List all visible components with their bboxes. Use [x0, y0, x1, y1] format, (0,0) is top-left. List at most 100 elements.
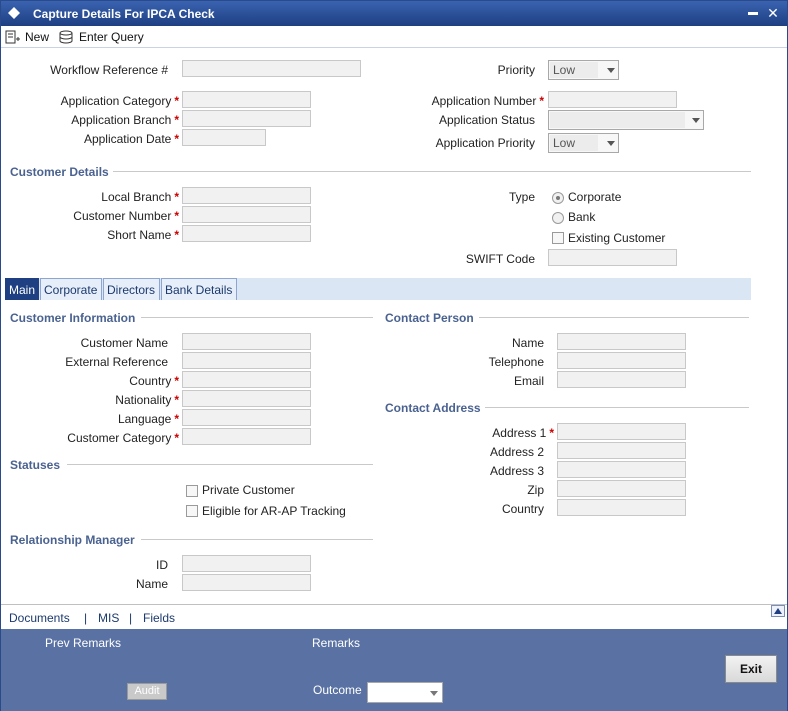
address2-input[interactable] — [557, 442, 686, 459]
tab-main[interactable]: Main — [5, 278, 39, 300]
telephone-input[interactable] — [557, 352, 686, 369]
customer-number-label: Customer Number * — [73, 209, 179, 223]
statuses-title: Statuses — [10, 458, 61, 472]
application-priority-select[interactable]: Low — [548, 133, 619, 153]
country-input[interactable] — [182, 371, 311, 388]
existing-customer-checkbox[interactable] — [552, 232, 564, 244]
query-icon — [59, 30, 73, 44]
section-divider — [141, 317, 373, 318]
prev-remarks-label: Prev Remarks — [45, 636, 122, 650]
local-branch-input[interactable] — [182, 187, 311, 204]
application-branch-label: Application Branch * — [71, 113, 179, 127]
application-priority-label: Application Priority — [435, 136, 535, 150]
application-date-input[interactable] — [182, 129, 266, 146]
fields-link[interactable]: Fields — [143, 611, 175, 625]
address-country-input[interactable] — [557, 499, 686, 516]
tab-bar: Main Corporate Directors Bank Details — [5, 278, 751, 300]
minimize-button[interactable]: ▬ — [745, 4, 761, 22]
audit-button[interactable]: Audit — [127, 683, 167, 700]
chevron-down-icon — [430, 691, 438, 696]
documents-link[interactable]: Documents — [9, 611, 70, 625]
rm-id-input[interactable] — [182, 555, 311, 572]
chevron-down-icon — [607, 68, 615, 73]
address1-input[interactable] — [557, 423, 686, 440]
exit-button[interactable]: Exit — [725, 655, 777, 683]
window-title: Capture Details For IPCA Check — [33, 7, 215, 21]
address3-input[interactable] — [557, 461, 686, 478]
section-divider — [141, 539, 373, 540]
contact-name-input[interactable] — [557, 333, 686, 350]
relationship-manager-title: Relationship Manager — [10, 533, 135, 547]
short-name-input[interactable] — [182, 225, 311, 242]
language-label: Language * — [117, 412, 179, 426]
chevron-down-icon — [692, 118, 700, 123]
link-separator: | — [129, 611, 133, 625]
tab-bank-details[interactable]: Bank Details — [161, 278, 237, 300]
application-status-select[interactable] — [548, 110, 704, 130]
customer-name-input[interactable] — [182, 333, 311, 350]
nationality-label: Nationality * — [115, 393, 179, 407]
nationality-input[interactable] — [182, 390, 311, 407]
application-category-label: Application Category * — [60, 94, 179, 108]
eligible-ar-ap-label: Eligible for AR-AP Tracking — [202, 504, 346, 518]
country-label: Country * — [129, 374, 179, 388]
contact-name-label: Name — [511, 336, 544, 350]
private-customer-checkbox[interactable] — [186, 485, 198, 497]
scroll-up-icon[interactable] — [771, 605, 785, 617]
tab-directors[interactable]: Directors — [103, 278, 160, 300]
remarks-label: Remarks — [312, 636, 361, 650]
address-country-label: Country — [501, 502, 544, 516]
rm-id-label: ID — [156, 558, 168, 572]
priority-label: Priority — [497, 63, 535, 77]
external-reference-label: External Reference — [65, 355, 168, 369]
capture-details-window: Capture Details For IPCA Check ▬ ✕ New E… — [0, 0, 788, 711]
type-corporate-radio[interactable] — [552, 192, 564, 204]
customer-information-title: Customer Information — [10, 311, 136, 325]
rm-name-label: Name — [135, 577, 168, 591]
close-button[interactable]: ✕ — [765, 4, 781, 22]
workflow-reference-label: Workflow Reference # — [50, 63, 168, 77]
language-input[interactable] — [182, 409, 311, 426]
contact-address-title: Contact Address — [385, 401, 481, 415]
customer-number-input[interactable] — [182, 206, 311, 223]
section-divider — [485, 407, 749, 408]
customer-name-label: Customer Name — [80, 336, 168, 350]
swift-code-input[interactable] — [548, 249, 677, 266]
address2-label: Address 2 — [489, 445, 544, 459]
footer-links-bar: Documents | MIS | Fields — [1, 604, 787, 629]
type-bank-radio[interactable] — [552, 212, 564, 224]
application-date-label: Application Date * — [83, 132, 179, 146]
existing-customer-label: Existing Customer — [568, 231, 666, 245]
contact-person-title: Contact Person — [385, 311, 474, 325]
enter-query-button[interactable]: Enter Query — [59, 28, 144, 46]
type-label: Type — [508, 190, 535, 204]
title-bar: Capture Details For IPCA Check ▬ ✕ — [1, 1, 787, 26]
diamond-icon — [8, 7, 20, 19]
external-reference-input[interactable] — [182, 352, 311, 369]
priority-select[interactable]: Low — [548, 60, 619, 80]
zip-input[interactable] — [557, 480, 686, 497]
tab-corporate[interactable]: Corporate — [40, 278, 102, 300]
toolbar: New Enter Query — [1, 26, 787, 48]
address1-label: Address 1 * — [492, 426, 554, 440]
eligible-ar-ap-checkbox[interactable] — [186, 505, 198, 517]
new-label: New — [25, 30, 50, 44]
local-branch-label: Local Branch * — [101, 190, 179, 204]
new-button[interactable]: New — [5, 28, 49, 46]
application-category-input[interactable] — [182, 91, 311, 108]
application-number-input[interactable] — [548, 91, 677, 108]
telephone-label: Telephone — [488, 355, 544, 369]
workflow-reference-input[interactable] — [182, 60, 361, 77]
swift-code-label: SWIFT Code — [465, 252, 535, 266]
email-label: Email — [513, 374, 544, 388]
private-customer-label: Private Customer — [202, 483, 295, 497]
rm-name-input[interactable] — [182, 574, 311, 591]
email-input[interactable] — [557, 371, 686, 388]
application-status-label: Application Status — [438, 113, 535, 127]
outcome-select[interactable] — [367, 682, 443, 703]
customer-category-input[interactable] — [182, 428, 311, 445]
mis-link[interactable]: MIS — [98, 611, 119, 625]
type-corporate-label: Corporate — [568, 190, 622, 204]
application-branch-input[interactable] — [182, 110, 311, 127]
type-bank-label: Bank — [568, 210, 596, 224]
